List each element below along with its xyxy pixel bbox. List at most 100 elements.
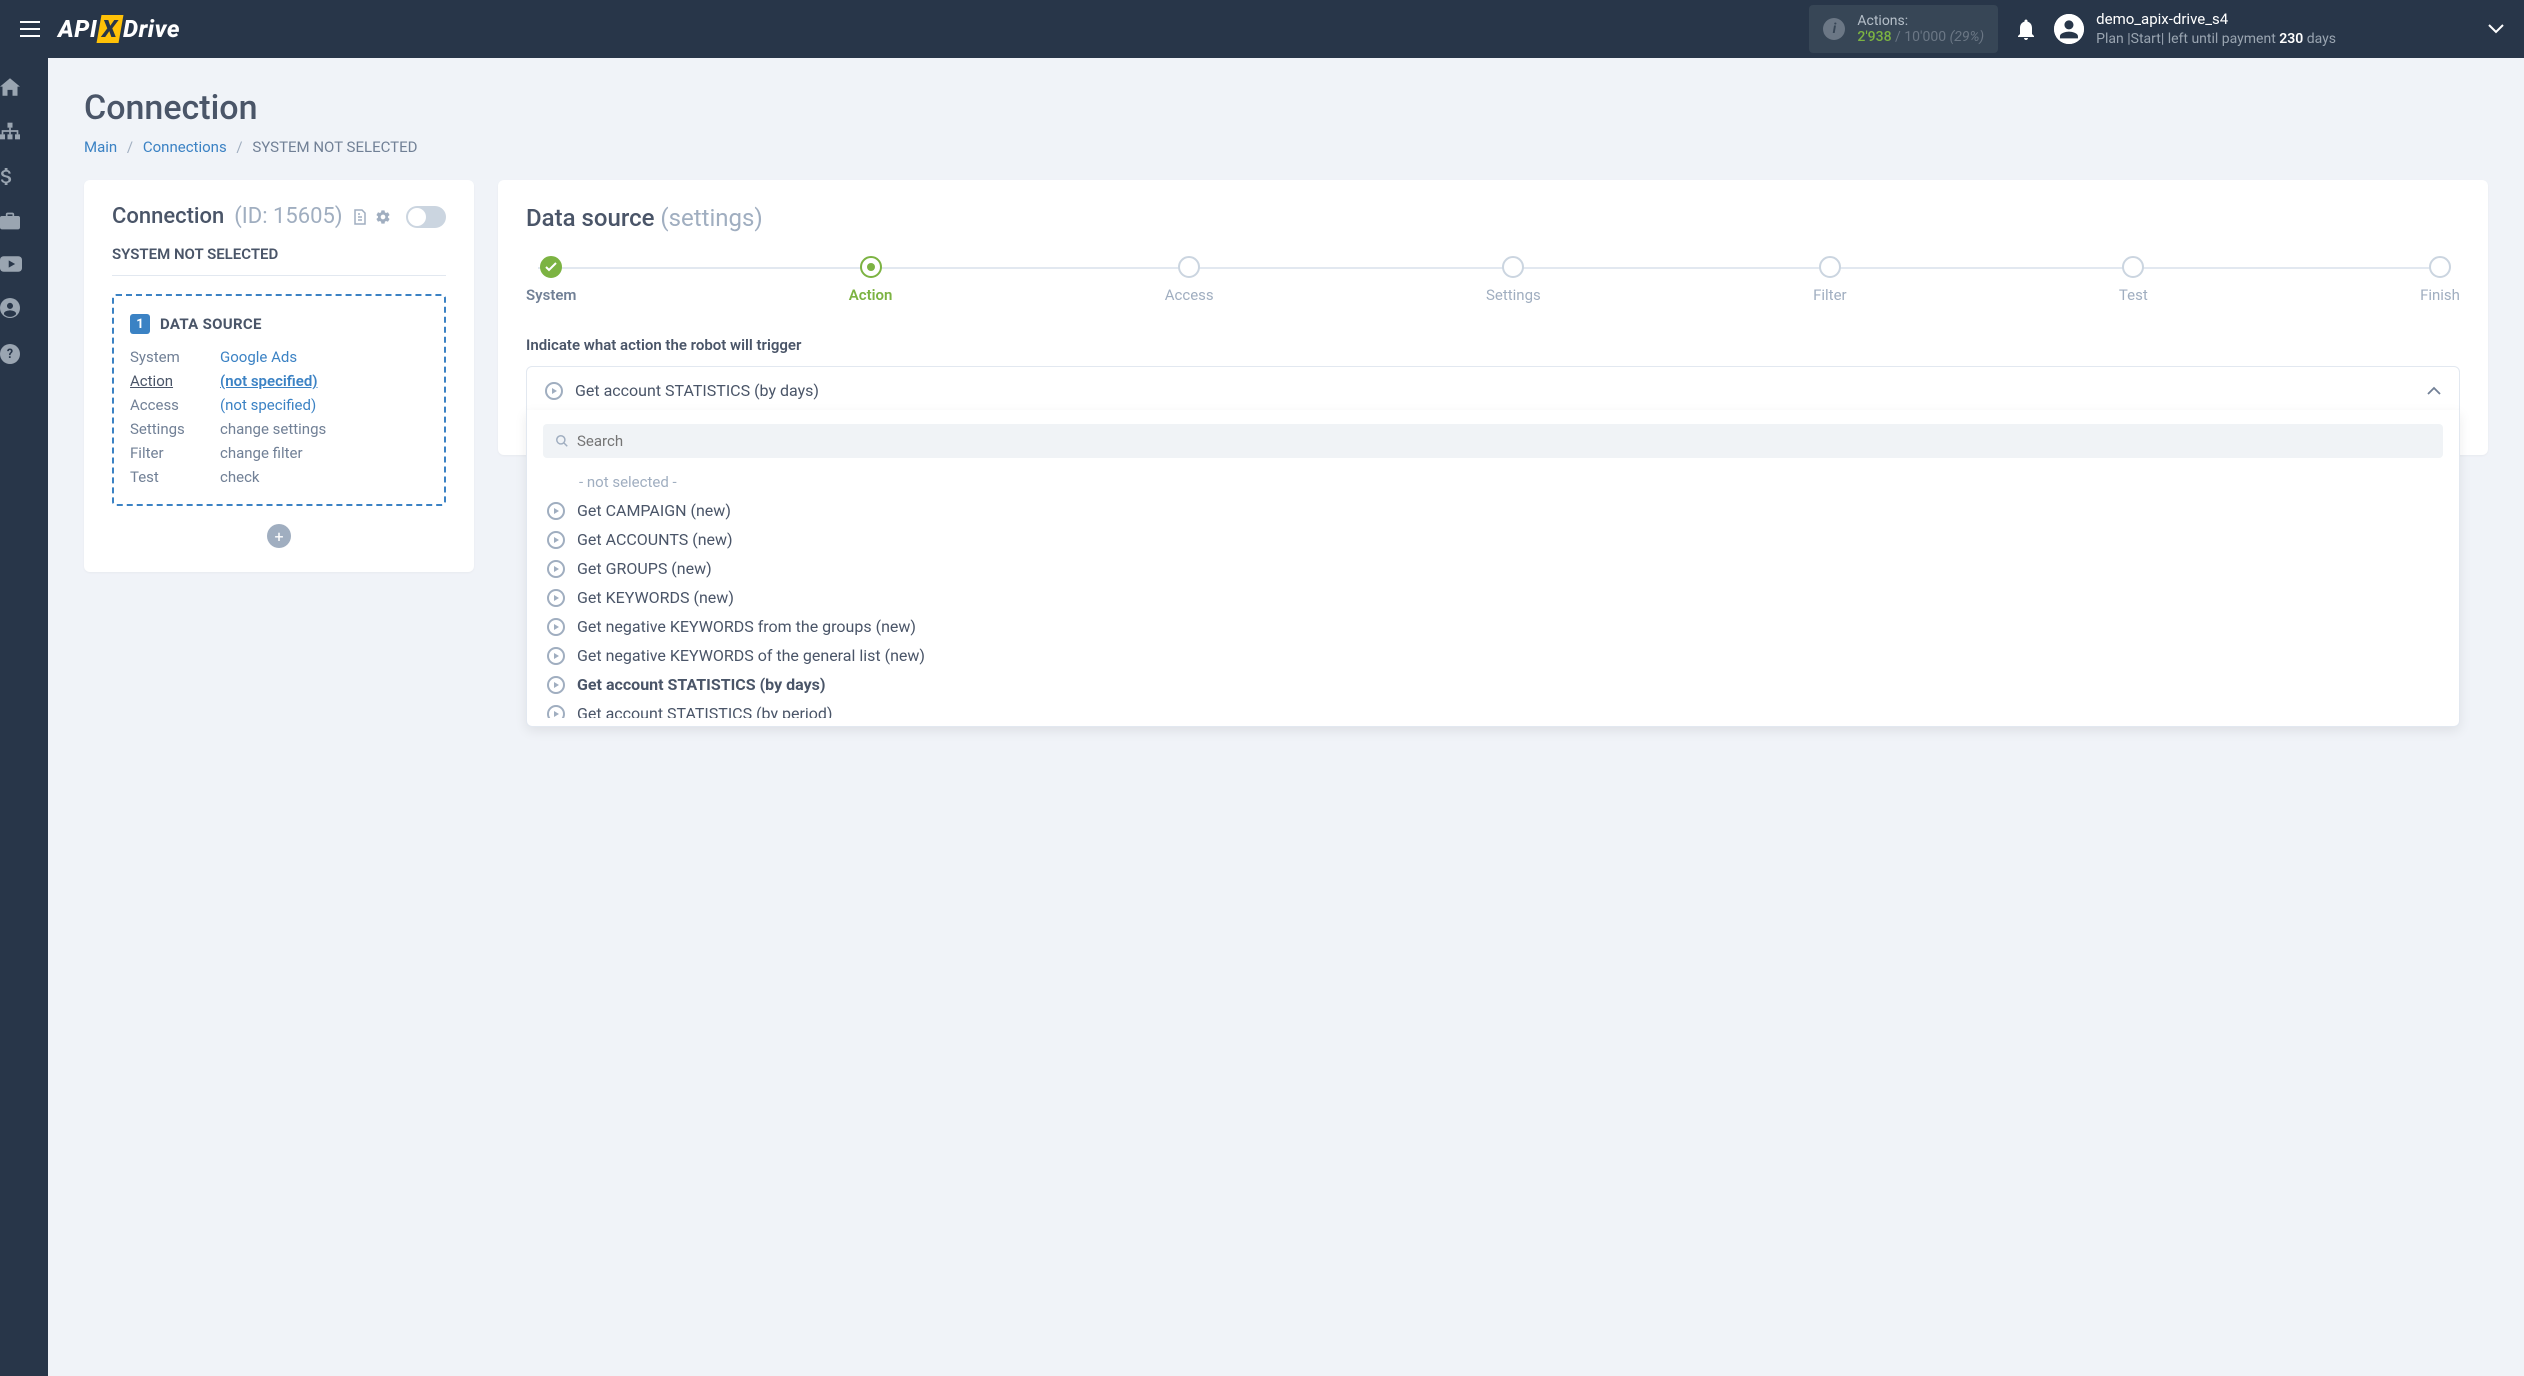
breadcrumb-current: SYSTEM NOT SELECTED bbox=[252, 138, 417, 156]
data-source-label: DATA SOURCE bbox=[160, 315, 262, 333]
dropdown-option[interactable]: Get GROUPS (new) bbox=[527, 554, 2455, 583]
connection-title: Connection bbox=[112, 204, 224, 229]
play-icon bbox=[547, 560, 565, 578]
step-system[interactable]: System bbox=[526, 256, 576, 304]
chevron-up-icon bbox=[2427, 386, 2441, 395]
row-action-value[interactable]: (not specified) bbox=[220, 372, 428, 390]
profile-icon[interactable] bbox=[0, 298, 48, 318]
user-name: demo_apix-drive_s4 bbox=[2096, 10, 2336, 30]
data-source-badge: 1 bbox=[130, 314, 150, 334]
play-icon bbox=[547, 502, 565, 520]
document-icon[interactable] bbox=[353, 209, 367, 225]
step-circle bbox=[2122, 256, 2144, 278]
step-filter[interactable]: Filter bbox=[1813, 256, 1847, 304]
actions-percent: (29%) bbox=[1950, 29, 1985, 45]
video-icon[interactable] bbox=[0, 256, 48, 272]
action-select-value: Get account STATISTICS (by days) bbox=[575, 381, 2415, 400]
sidebar: ? bbox=[0, 58, 48, 1376]
play-icon bbox=[547, 705, 565, 719]
dropdown-option[interactable]: Get CAMPAIGN (new) bbox=[527, 496, 2455, 525]
breadcrumb-connections[interactable]: Connections bbox=[143, 138, 227, 156]
breadcrumb-main[interactable]: Main bbox=[84, 138, 117, 156]
dropdown-search-input[interactable] bbox=[577, 432, 2431, 450]
step-finish[interactable]: Finish bbox=[2420, 256, 2460, 304]
dropdown-option-label: Get GROUPS (new) bbox=[577, 559, 712, 578]
dropdown-option-label: Get account STATISTICS (by days) bbox=[577, 675, 825, 694]
play-icon bbox=[547, 676, 565, 694]
page-title: Connection bbox=[84, 88, 2488, 128]
notifications-icon[interactable] bbox=[2016, 18, 2036, 40]
step-settings[interactable]: Settings bbox=[1486, 256, 1541, 304]
dropdown-option-not-selected[interactable]: - not selected - bbox=[527, 468, 2455, 496]
step-circle bbox=[1819, 256, 1841, 278]
system-not-selected-label: SYSTEM NOT SELECTED bbox=[112, 245, 446, 276]
connection-toggle[interactable] bbox=[406, 206, 446, 228]
hamburger-menu-icon[interactable] bbox=[20, 21, 40, 37]
connection-id: (ID: 15605) bbox=[234, 204, 342, 229]
briefcase-icon[interactable] bbox=[0, 212, 48, 230]
play-icon bbox=[547, 618, 565, 636]
step-test[interactable]: Test bbox=[2119, 256, 2148, 304]
help-icon[interactable]: ? bbox=[0, 344, 48, 364]
dropdown-option[interactable]: Get KEYWORDS (new) bbox=[527, 583, 2455, 612]
row-access-value[interactable]: (not specified) bbox=[220, 396, 428, 414]
stepper: System Action Access Settings Filter Test Fini… bbox=[526, 256, 2460, 304]
row-settings-value[interactable]: change settings bbox=[220, 420, 428, 438]
dropdown-option[interactable]: Get account STATISTICS (by days) bbox=[527, 670, 2455, 699]
connections-icon[interactable] bbox=[0, 122, 48, 140]
step-label: Filter bbox=[1813, 286, 1847, 304]
data-source-box: 1 DATA SOURCE System Google Ads Action (… bbox=[112, 294, 446, 506]
home-icon[interactable] bbox=[0, 78, 48, 96]
play-icon bbox=[547, 647, 565, 665]
dropdown-option-label: Get KEYWORDS (new) bbox=[577, 588, 734, 607]
step-access[interactable]: Access bbox=[1165, 256, 1214, 304]
row-system-value[interactable]: Google Ads bbox=[220, 348, 428, 366]
row-filter-key: Filter bbox=[130, 444, 220, 462]
dropdown-option[interactable]: Get negative KEYWORDS of the general lis… bbox=[527, 641, 2455, 670]
row-action-key[interactable]: Action bbox=[130, 372, 220, 390]
billing-icon[interactable] bbox=[0, 166, 48, 186]
dropdown-option-label: Get negative KEYWORDS of the general lis… bbox=[577, 646, 925, 665]
step-label: Finish bbox=[2420, 286, 2460, 304]
row-system-key: System bbox=[130, 348, 220, 366]
connection-card: Connection (ID: 15605) SYSTEM NOT SELECT… bbox=[84, 180, 474, 572]
dropdown-option-label: Get negative KEYWORDS from the groups (n… bbox=[577, 617, 916, 636]
user-plan: Plan |Start| left until payment 230 days bbox=[2096, 30, 2336, 48]
chevron-down-icon bbox=[2488, 24, 2504, 34]
step-circle bbox=[860, 256, 882, 278]
data-source-heading: Data source (settings) bbox=[526, 204, 2460, 232]
app-header: APIXDrive i Actions: 2'938 / 10'000 (29%… bbox=[0, 0, 2524, 58]
actions-total: / 10'000 bbox=[1892, 29, 1947, 45]
user-menu[interactable]: demo_apix-drive_s4 Plan |Start| left unt… bbox=[2054, 10, 2504, 48]
row-test-value[interactable]: check bbox=[220, 468, 428, 486]
dropdown-option-label: Get account STATISTICS (by period) bbox=[577, 704, 832, 718]
actions-label: Actions: bbox=[1857, 13, 1984, 29]
action-select[interactable]: Get account STATISTICS (by days) bbox=[526, 366, 2460, 415]
row-test-key: Test bbox=[130, 468, 220, 486]
svg-text:?: ? bbox=[7, 347, 13, 362]
action-dropdown: - not selected - Get CAMPAIGN (new) Get AC… bbox=[526, 410, 2460, 727]
dropdown-option-label: Get ACCOUNTS (new) bbox=[577, 530, 733, 549]
breadcrumb: Main / Connections / SYSTEM NOT SELECTED bbox=[84, 138, 2488, 156]
row-filter-value[interactable]: change filter bbox=[220, 444, 428, 462]
action-form-label: Indicate what action the robot will trig… bbox=[526, 336, 2460, 354]
actions-counter[interactable]: i Actions: 2'938 / 10'000 (29%) bbox=[1809, 5, 1998, 53]
step-circle bbox=[540, 256, 562, 278]
step-circle bbox=[1178, 256, 1200, 278]
dropdown-search[interactable] bbox=[543, 424, 2443, 458]
logo[interactable]: APIXDrive bbox=[58, 15, 180, 43]
user-avatar-icon bbox=[2054, 14, 2084, 44]
step-label: System bbox=[526, 286, 576, 304]
dropdown-option[interactable]: Get account STATISTICS (by period) bbox=[527, 699, 2455, 718]
play-icon bbox=[547, 589, 565, 607]
row-access-key: Access bbox=[130, 396, 220, 414]
dropdown-option[interactable]: Get negative KEYWORDS from the groups (n… bbox=[527, 612, 2455, 641]
data-source-settings-card: Data source (settings) System Action Acces… bbox=[498, 180, 2488, 455]
actions-used: 2'938 bbox=[1857, 29, 1891, 45]
add-button[interactable]: + bbox=[267, 524, 291, 548]
gear-icon[interactable] bbox=[375, 209, 391, 225]
step-label: Action bbox=[849, 286, 893, 304]
dropdown-option-label: Get CAMPAIGN (new) bbox=[577, 501, 731, 520]
step-action[interactable]: Action bbox=[849, 256, 893, 304]
dropdown-option[interactable]: Get ACCOUNTS (new) bbox=[527, 525, 2455, 554]
